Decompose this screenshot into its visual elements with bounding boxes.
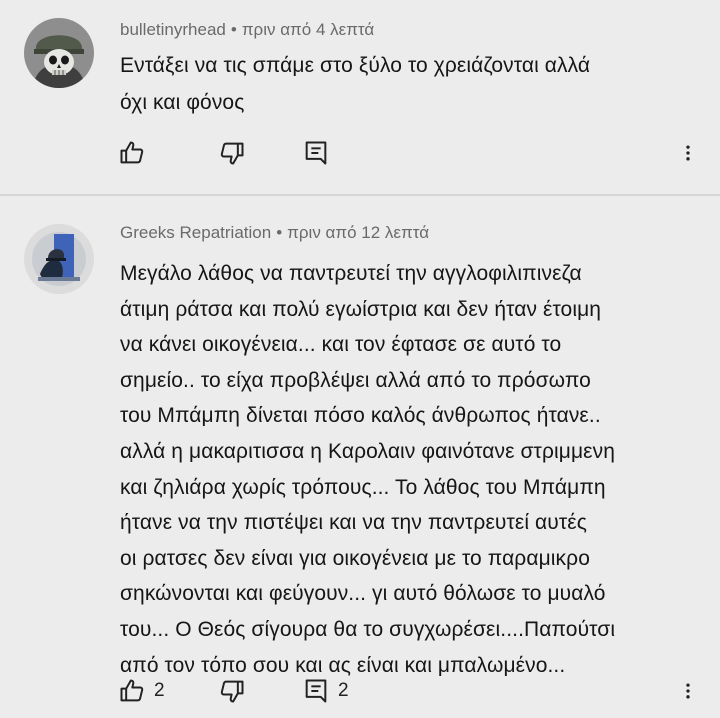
comment-time: πριν από 4 λεπτά — [241, 20, 375, 39]
like-button[interactable]: 2 — [118, 676, 165, 706]
comment-meta: bulletinyrhead • πριν από 4 λεπτά — [120, 20, 374, 40]
reply-button[interactable] — [302, 138, 338, 168]
comment-item: Greeks Repatriation • πριν από 12 λεπτά Με… — [0, 196, 720, 718]
comment-item: bulletinyrhead • πριν από 4 λεπτά Εντάξει … — [0, 0, 720, 194]
thumbs-up-icon — [120, 679, 144, 702]
comment-meta: Greeks Repatriation • πριν από 12 λεπτά — [120, 223, 429, 243]
meta-separator: • — [230, 20, 237, 39]
thumbs-down-icon — [220, 142, 244, 165]
dislike-button[interactable] — [218, 138, 246, 168]
skull-soldier-avatar-icon[interactable] — [24, 18, 94, 88]
comment-actions — [118, 138, 708, 168]
more-options-button[interactable] — [678, 676, 698, 706]
meta-separator: • — [276, 223, 283, 242]
comment-author[interactable]: Greeks Repatriation — [120, 223, 271, 242]
comment-author[interactable]: bulletinyrhead — [120, 20, 226, 39]
more-vertical-icon — [686, 683, 690, 699]
more-options-button[interactable] — [678, 138, 698, 168]
more-vertical-icon — [686, 145, 690, 161]
reply-icon — [305, 679, 327, 703]
comments-page: bulletinyrhead • πριν από 4 λεπτά Εντάξει … — [0, 0, 720, 718]
like-count: 2 — [154, 680, 165, 701]
thumbs-up-icon — [120, 141, 144, 164]
reply-count: 2 — [338, 680, 349, 701]
comment-text: Εντάξει να τις σπάμε στο ξύλο το χρειάζο… — [120, 54, 591, 114]
comment-time: πριν από 12 λεπτά — [287, 223, 430, 242]
helmeted-figure-avatar-icon[interactable] — [24, 224, 94, 294]
like-button[interactable] — [118, 138, 154, 168]
reply-button[interactable]: 2 — [302, 676, 349, 706]
comment-actions: 2 2 — [118, 676, 708, 706]
comment-text: Μεγάλο λάθος να παντρευτεί την αγγλοφιλι… — [120, 262, 616, 677]
thumbs-down-icon — [220, 680, 244, 703]
reply-icon — [305, 141, 327, 165]
dislike-button[interactable] — [218, 676, 246, 706]
